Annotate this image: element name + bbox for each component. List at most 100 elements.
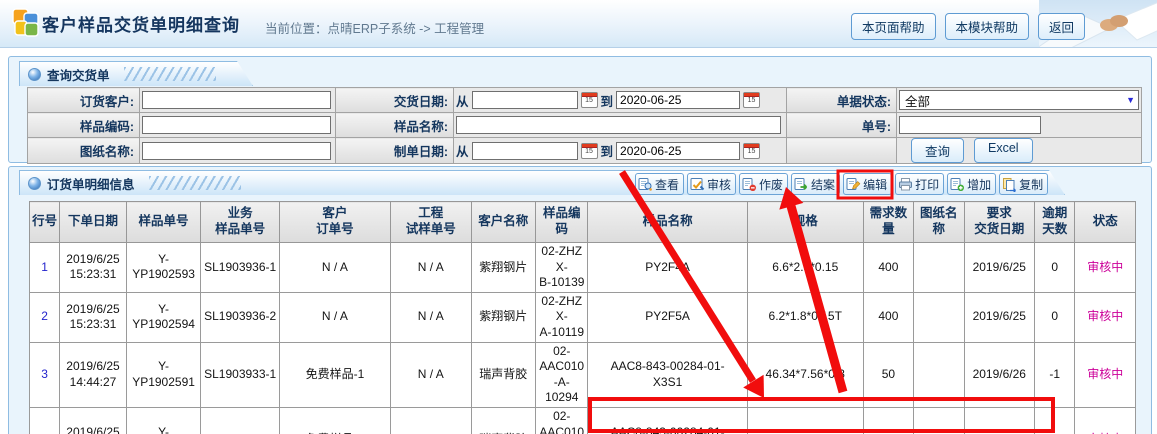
cell-spec: 46.34*7.56*0.3 bbox=[747, 342, 863, 407]
cell-required-delivery-date: 2019/6/25 bbox=[964, 243, 1035, 293]
detail-panel: 订货单明细信息 查看审核作废结案编辑打印增加复制 行号下单日期样品单号业务 样品… bbox=[8, 166, 1152, 434]
col-sample-order-no: 样品单号 bbox=[126, 202, 201, 243]
drawing-name-input[interactable] bbox=[142, 142, 331, 160]
cell-business-sample-no: SL1903933-1 bbox=[201, 342, 280, 407]
cell-sample-order-no: Y- YP1902591 bbox=[126, 342, 201, 407]
add-icon bbox=[950, 177, 965, 192]
table-row[interactable]: 12019/6/25 15:23:31Y- YP1902593SL1903936… bbox=[30, 243, 1136, 293]
cell-required-delivery-date: 2019/6/26 bbox=[964, 407, 1035, 434]
void-button-label: 作废 bbox=[759, 176, 783, 193]
make-date-to-input[interactable] bbox=[616, 142, 740, 160]
cell-row-no[interactable]: 3 bbox=[30, 342, 60, 407]
calendar-icon[interactable] bbox=[581, 92, 598, 108]
from-label: 从 bbox=[456, 91, 469, 110]
add-button-label: 增加 bbox=[967, 176, 991, 193]
detail-panel-tab: 订货单明细信息 查看 审核 作废 结案 编辑打印 增加复制 bbox=[19, 170, 1065, 195]
doc-status-select[interactable]: 全部 ▼ bbox=[899, 90, 1139, 110]
header-buttons: 本页面帮助本模块帮助返回 bbox=[851, 13, 1085, 40]
cell-sample-code: 02- AAC010-A- 10295 bbox=[536, 407, 588, 434]
cell-demand-qty: 400 bbox=[863, 292, 913, 342]
to-label: 到 bbox=[601, 141, 614, 160]
cell-engineering-trial-no: N / A bbox=[390, 342, 471, 407]
audit-button-label: 审核 bbox=[707, 176, 731, 193]
table-row[interactable]: 42019/6/25 14:44:27Y- YP1902592SL1903933… bbox=[30, 407, 1136, 434]
from-label: 从 bbox=[456, 141, 469, 160]
cell-business-sample-no: SL1903933-2 bbox=[201, 407, 280, 434]
make-date-label: 制单日期: bbox=[336, 138, 454, 164]
doc-status-value: 全部 bbox=[905, 91, 930, 110]
cell-sample-name: AAC8-843-00284-01- X3S2 bbox=[588, 407, 747, 434]
print-icon bbox=[898, 177, 913, 192]
back-button[interactable]: 返回 bbox=[1038, 13, 1085, 40]
breadcrumb: 当前位置：点晴ERP子系统 -> 工程管理 bbox=[265, 18, 484, 37]
col-sample-code: 样品编码 bbox=[536, 202, 588, 243]
cell-engineering-trial-no: N / A bbox=[390, 243, 471, 293]
cell-business-sample-no: SL1903936-1 bbox=[201, 243, 280, 293]
order-customer-input[interactable] bbox=[142, 91, 331, 109]
calendar-icon[interactable] bbox=[743, 92, 760, 108]
col-engineering-trial-no: 工程 试样单号 bbox=[390, 202, 471, 243]
copy-button[interactable]: 复制 bbox=[999, 173, 1048, 195]
cell-row-no[interactable]: 2 bbox=[30, 292, 60, 342]
cell-demand-qty: 50 bbox=[863, 342, 913, 407]
sample-name-input[interactable] bbox=[456, 116, 781, 134]
col-business-sample-no: 业务 样品单号 bbox=[201, 202, 280, 243]
sample-name-label: 样品名称: bbox=[336, 113, 454, 138]
add-button[interactable]: 增加 bbox=[947, 173, 996, 195]
sample-code-input[interactable] bbox=[142, 116, 331, 134]
copy-icon bbox=[1002, 177, 1017, 192]
query-panel-title: 查询交货单 bbox=[47, 65, 110, 84]
cell-required-delivery-date: 2019/6/25 bbox=[964, 292, 1035, 342]
query-form: 订货客户: 交货日期: 从 到 单据状态: 全部 bbox=[27, 87, 1142, 164]
excel-button[interactable]: Excel bbox=[974, 138, 1033, 163]
cell-row-no[interactable]: 4 bbox=[30, 407, 60, 434]
cell-row-no[interactable]: 1 bbox=[30, 243, 60, 293]
cell-sample-code: 02- AAC010-A- 10294 bbox=[536, 342, 588, 407]
void-button[interactable]: 作废 bbox=[739, 173, 788, 195]
cell-customer-name: 紫翔钢片 bbox=[471, 243, 536, 293]
cell-overdue-days: 0 bbox=[1035, 292, 1075, 342]
audit-button[interactable]: 审核 bbox=[687, 173, 736, 195]
cell-order-date: 2019/6/25 14:44:27 bbox=[60, 342, 127, 407]
cell-spec: 46.34*7.56*0.3 bbox=[747, 407, 863, 434]
view-button[interactable]: 查看 bbox=[635, 173, 684, 195]
query-panel: 查询交货单 订货客户: 交货日期: 从 到 bbox=[8, 56, 1152, 163]
col-drawing-name: 图纸名称 bbox=[914, 202, 964, 243]
edit-button[interactable]: 编辑 bbox=[843, 173, 892, 195]
cell-drawing-name bbox=[914, 407, 964, 434]
col-demand-qty: 需求数量 bbox=[863, 202, 913, 243]
calendar-icon[interactable] bbox=[581, 143, 598, 159]
delivery-date-to-input[interactable] bbox=[616, 91, 740, 109]
cell-spec: 6.6*2.5*0.15 bbox=[747, 243, 863, 293]
cell-demand-qty: 50 bbox=[863, 407, 913, 434]
doc-status-label: 单据状态: bbox=[787, 88, 897, 113]
module-help-button[interactable]: 本模块帮助 bbox=[945, 13, 1030, 40]
close-case-button[interactable]: 结案 bbox=[791, 173, 840, 195]
cell-customer-name: 瑞声背胶 bbox=[471, 407, 536, 434]
cell-engineering-trial-no: N / A bbox=[390, 407, 471, 434]
table-row[interactable]: 32019/6/25 14:44:27Y- YP1902591SL1903933… bbox=[30, 342, 1136, 407]
detail-panel-title: 订货单明细信息 bbox=[47, 174, 135, 193]
calendar-icon[interactable] bbox=[743, 143, 760, 159]
page-help-button[interactable]: 本页面帮助 bbox=[851, 13, 936, 40]
doc-no-input[interactable] bbox=[899, 116, 1041, 134]
table-row[interactable]: 22019/6/25 15:23:31Y- YP1902594SL1903936… bbox=[30, 292, 1136, 342]
close-case-button-label: 结案 bbox=[811, 176, 835, 193]
edit-button-label: 编辑 bbox=[863, 176, 887, 193]
col-customer-name: 客户名称 bbox=[471, 202, 536, 243]
print-button[interactable]: 打印 bbox=[895, 173, 944, 195]
query-button[interactable]: 查询 bbox=[911, 138, 964, 163]
cell-customer-order-no: 免费样品-1 bbox=[279, 342, 390, 407]
cell-status: 审核中 bbox=[1075, 342, 1136, 407]
col-sample-name: 样品名称 bbox=[588, 202, 747, 243]
page: 客户样品交货单明细查询 当前位置：点晴ERP子系统 -> 工程管理 本页面帮助本… bbox=[0, 0, 1157, 434]
cell-customer-order-no: N / A bbox=[279, 292, 390, 342]
cell-customer-order-no: 免费样品-2 bbox=[279, 407, 390, 434]
delivery-date-from-input[interactable] bbox=[472, 91, 578, 109]
make-date-from-input[interactable] bbox=[472, 142, 578, 160]
cell-order-date: 2019/6/25 15:23:31 bbox=[60, 292, 127, 342]
cell-customer-name: 紫翔钢片 bbox=[471, 292, 536, 342]
audit-icon bbox=[690, 177, 705, 192]
to-label: 到 bbox=[601, 91, 614, 110]
bullet-icon bbox=[28, 177, 41, 190]
